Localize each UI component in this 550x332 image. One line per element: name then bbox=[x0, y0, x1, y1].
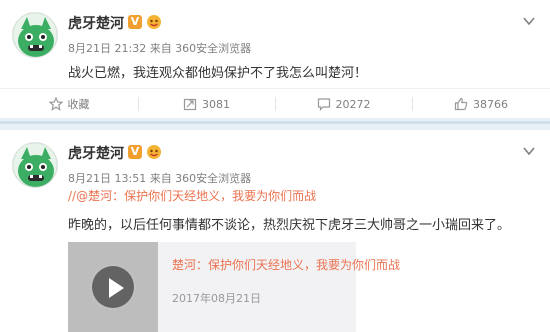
repost-chain-link[interactable]: //@楚河：保护你们天经地义，我要为你们而战 bbox=[68, 187, 316, 204]
weibo-post-2: 虎牙楚河 V 8月21日 13:51 来自 360安全浏览器 //@楚河：保护你… bbox=[0, 130, 550, 332]
post-divider-line bbox=[0, 121, 550, 124]
emoji-face-icon bbox=[147, 145, 161, 159]
weibo-post-1: 虎牙楚河 V 8月21日 21:32 来自 360安全浏览器 战火已燃，我连观众… bbox=[0, 0, 550, 118]
post-text: 战火已燃，我连观众都他妈保护不了我怎么叫楚河！ bbox=[68, 66, 368, 81]
post-divider bbox=[0, 118, 550, 130]
video-card-date: 2017年08月21日 bbox=[172, 292, 261, 305]
favorite-button[interactable]: 收藏 bbox=[0, 89, 138, 119]
post-meta: 8月21日 21:32 来自 360安全浏览器 bbox=[68, 42, 252, 55]
chevron-down-icon[interactable] bbox=[522, 14, 536, 28]
verified-badge-icon: V bbox=[128, 145, 142, 159]
star-outline-icon bbox=[48, 97, 63, 111]
post-text: 昨晚的，以后任何事情都不谈论，热烈庆祝下虎牙三大帅哥之一小瑞回来了。 bbox=[68, 218, 511, 233]
emoji-face-icon bbox=[147, 15, 161, 29]
comment-icon bbox=[317, 98, 330, 111]
repost-icon bbox=[183, 98, 197, 111]
comment-count: 20272 bbox=[335, 97, 371, 111]
author-name[interactable]: 虎牙楚河 bbox=[68, 143, 124, 163]
avatar[interactable] bbox=[12, 142, 58, 188]
video-thumbnail[interactable] bbox=[68, 242, 158, 332]
repost-button[interactable]: 3081 bbox=[138, 89, 275, 119]
post-meta: 8月21日 13:51 来自 360安全浏览器 bbox=[68, 172, 252, 185]
like-count: 38766 bbox=[473, 97, 508, 111]
chevron-down-icon[interactable] bbox=[522, 144, 536, 158]
thumbs-up-icon bbox=[454, 97, 468, 111]
verified-badge-icon: V bbox=[128, 15, 142, 29]
author-name[interactable]: 虎牙楚河 bbox=[68, 13, 124, 33]
action-bar: 收藏 3081 20272 38766 bbox=[0, 88, 550, 118]
like-button[interactable]: 38766 bbox=[412, 89, 550, 119]
video-card-title[interactable]: 楚河：保护你们天经地义，我要为你们而战 bbox=[172, 256, 400, 273]
avatar[interactable] bbox=[12, 12, 58, 58]
play-icon[interactable] bbox=[90, 264, 136, 310]
favorite-label: 收藏 bbox=[67, 98, 90, 111]
comment-button[interactable]: 20272 bbox=[275, 89, 412, 119]
repost-count: 3081 bbox=[202, 97, 230, 111]
video-card[interactable]: 楚河：保护你们天经地义，我要为你们而战 2017年08月21日 bbox=[68, 242, 400, 332]
